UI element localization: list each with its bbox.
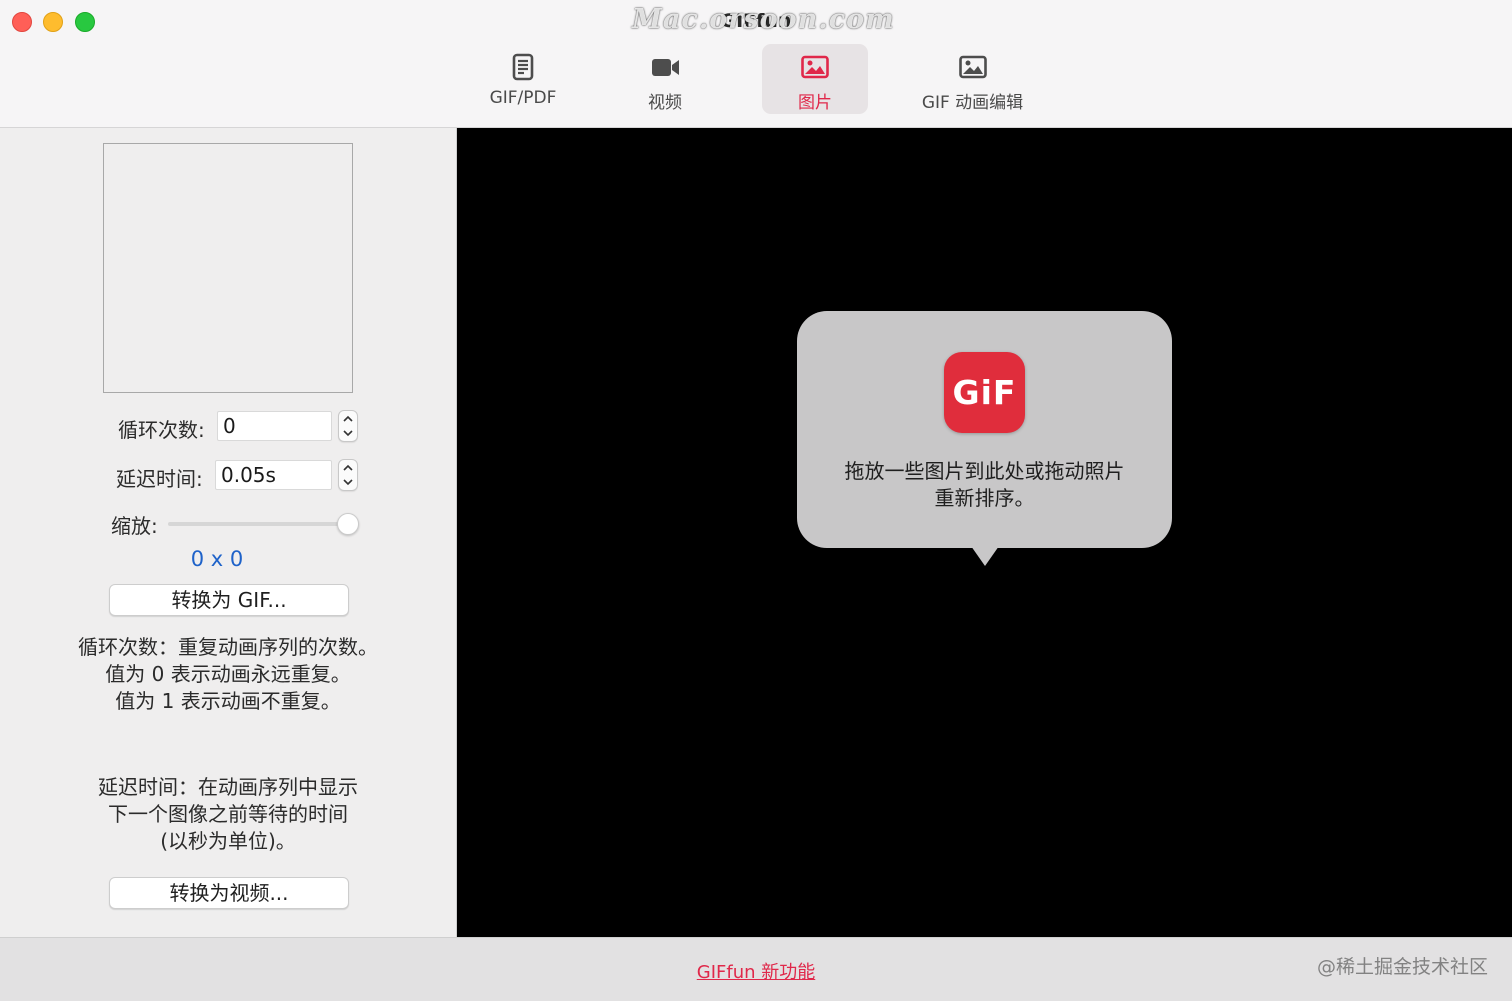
instruction-line: 重新排序。 xyxy=(934,486,1035,510)
help-line: 延迟时间：在动画序列中显示 xyxy=(98,775,358,799)
delay-time-input[interactable]: 0.05s xyxy=(215,460,332,490)
video-camera-icon xyxy=(652,59,679,76)
close-window-button[interactable] xyxy=(12,12,32,32)
zoom-label: 缩放: xyxy=(111,514,158,538)
tab-label: GIF 动画编辑 xyxy=(921,93,1024,113)
zoom-slider[interactable] xyxy=(168,522,348,526)
help-line: 循环次数：重复动画序列的次数。 xyxy=(78,635,378,659)
zoom-slider-thumb[interactable] xyxy=(337,513,359,535)
chevron-down-icon[interactable] xyxy=(342,427,354,439)
loop-count-stepper[interactable] xyxy=(338,410,358,442)
convert-to-video-button[interactable]: 转换为视频... xyxy=(109,877,349,909)
drop-instructions: 拖放一些图片到此处或拖动照片 重新排序。 xyxy=(817,458,1152,512)
image-dimensions: 0 x 0 xyxy=(190,547,244,571)
help-line: 下一个图像之前等待的时间 xyxy=(108,802,348,826)
loop-count-help: 循环次数：重复动画序列的次数。 值为 0 表示动画永远重复。 值为 1 表示动画… xyxy=(20,634,436,715)
image-preview xyxy=(103,143,353,393)
delay-time-label: 延迟时间: xyxy=(116,467,203,491)
tab-label: GIF/PDF xyxy=(489,88,557,108)
bubble-tail xyxy=(971,546,999,566)
title-bar: GIFfun Mac.orsoon.com GIF/PDF 视频 图片 GIF … xyxy=(0,0,1512,128)
app-window: GIFfun Mac.orsoon.com GIF/PDF 视频 图片 GIF … xyxy=(0,0,1512,1001)
convert-to-gif-button[interactable]: 转换为 GIF... xyxy=(109,584,349,616)
delay-time-stepper[interactable] xyxy=(338,459,358,491)
help-line: 值为 0 表示动画永远重复。 xyxy=(105,662,351,686)
source-watermark: @稀土掘金技术社区 xyxy=(1316,956,1488,978)
help-line: (以秒为单位)。 xyxy=(160,829,296,853)
chevron-down-icon[interactable] xyxy=(342,476,354,488)
minimize-window-button[interactable] xyxy=(43,12,63,32)
zoom-window-button[interactable] xyxy=(75,12,95,32)
tab-gif-pdf[interactable]: GIF/PDF xyxy=(478,44,568,114)
image-drop-area[interactable]: GiF 拖放一些图片到此处或拖动照片 重新排序。 xyxy=(457,128,1512,937)
instruction-line: 拖放一些图片到此处或拖动照片 xyxy=(844,459,1125,483)
whats-new-link[interactable]: GIFfun 新功能 xyxy=(660,958,852,984)
tab-image[interactable]: 图片 xyxy=(762,44,868,114)
picture-icon xyxy=(801,55,829,79)
watermark-overlay: Mac.orsoon.com xyxy=(632,4,895,35)
tab-label: 视频 xyxy=(648,93,682,113)
tab-label: 图片 xyxy=(798,93,832,113)
tab-video[interactable]: 视频 xyxy=(620,44,710,114)
chevron-up-icon[interactable] xyxy=(342,462,354,474)
gif-app-icon: GiF xyxy=(944,352,1025,433)
picture-icon xyxy=(958,55,987,79)
tab-gif-animation-edit[interactable]: GIF 动画编辑 xyxy=(905,44,1040,114)
loop-count-input[interactable]: 0 xyxy=(217,411,332,441)
drop-hint-bubble: GiF 拖放一些图片到此处或拖动照片 重新排序。 xyxy=(797,311,1172,548)
chevron-up-icon[interactable] xyxy=(342,413,354,425)
document-icon xyxy=(512,53,534,81)
delay-time-help: 延迟时间：在动画序列中显示 下一个图像之前等待的时间 (以秒为单位)。 xyxy=(20,774,436,855)
footer-bar: GIFfun 新功能 @稀土掘金技术社区 xyxy=(0,937,1512,1001)
settings-sidebar: 循环次数: 0 延迟时间: 0.05s 缩放: 0 x 0 转换为 GIF... xyxy=(0,128,457,937)
loop-count-label: 循环次数: xyxy=(118,418,205,442)
help-line: 值为 1 表示动画不重复。 xyxy=(115,689,341,713)
